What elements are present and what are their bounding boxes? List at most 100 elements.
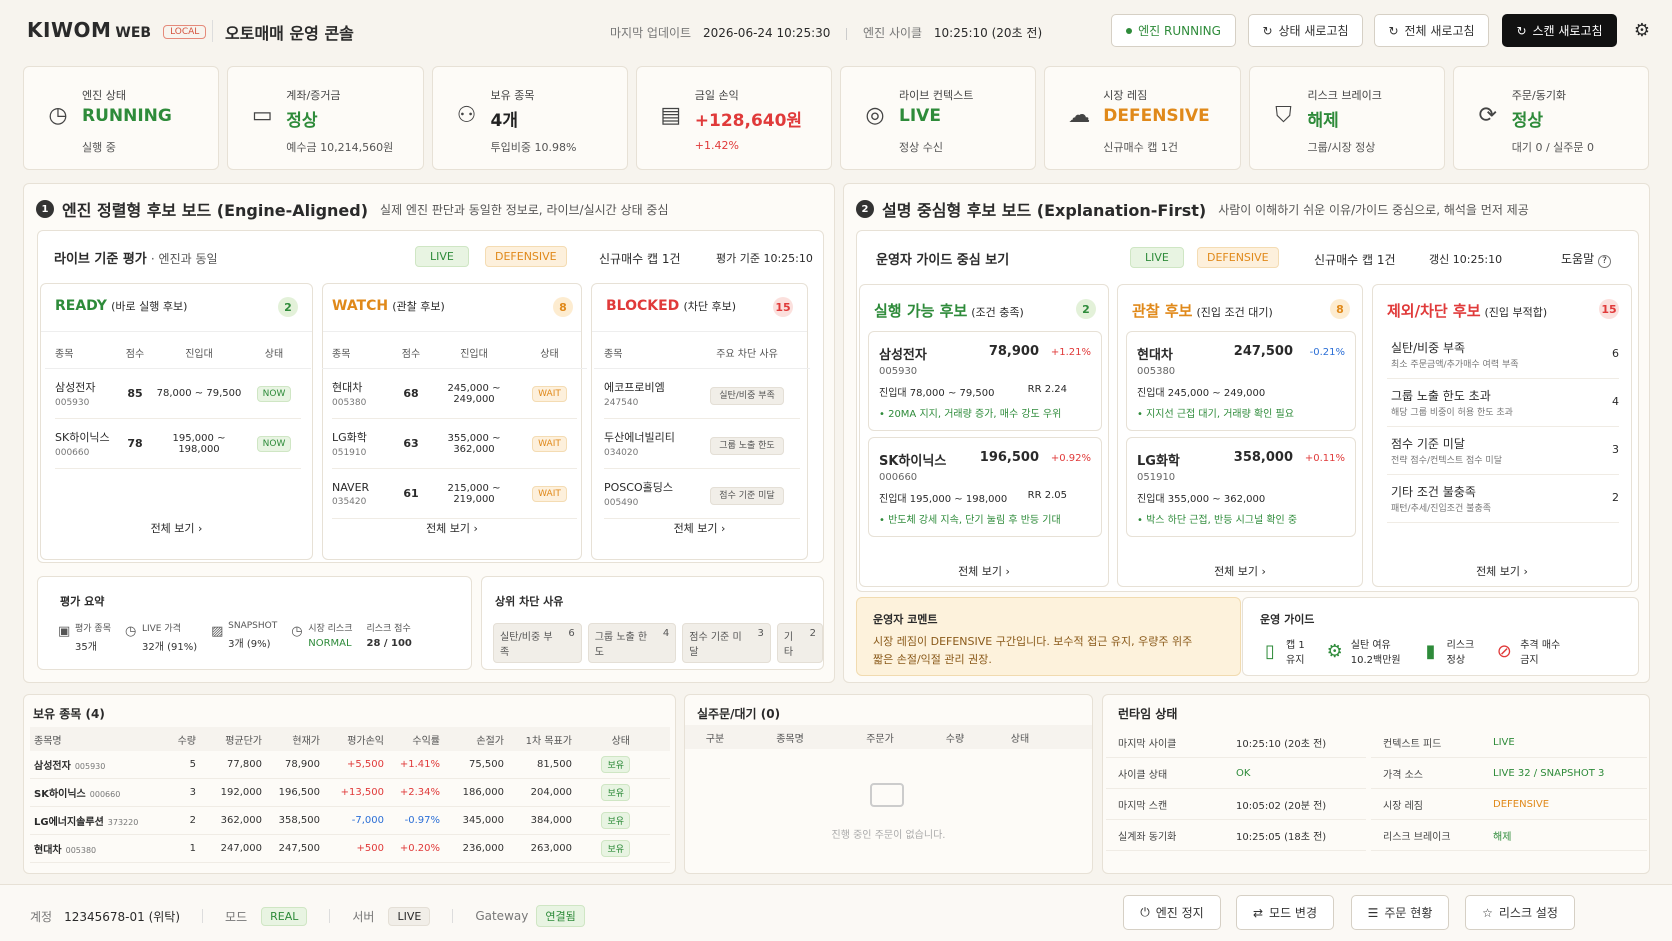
guide-label: 추격 매수 — [1520, 640, 1561, 651]
candidate-card[interactable]: LG화학 358,000 +0.11% 051910 진입대 355,000 ~ 362… — [1126, 437, 1356, 537]
entry-range: 355,000 ~ 362,000 — [447, 432, 501, 455]
stock-code: 005490 — [604, 498, 639, 508]
candidate-row[interactable]: NAVER 035420 61 215,000 ~ 219,000 WAIT — [332, 469, 577, 519]
mode-change-button[interactable]: ⇄ 모드 변경 — [1236, 895, 1334, 930]
ready-count: 2 — [278, 297, 298, 317]
column-header: 주문가 — [866, 733, 894, 745]
candidate-card[interactable]: 삼성전자 78,900 +1.21% 005930 진입대 78,000 ~ 79,50… — [868, 331, 1102, 431]
candidate-row[interactable]: 에코프로비엠 247540 실탄/비중 부족 — [604, 369, 800, 419]
block-category-row[interactable]: 그룹 노출 한도 초과 해당 그룹 비중이 허용 한도 초과 4 — [1387, 383, 1619, 427]
table-row[interactable]: LG에너지솔루션 373220 2 362,000 358,500 -7,000 -0.97… — [30, 807, 670, 835]
block-reason-tag[interactable]: 그룹 노출 한도 4 — [587, 623, 677, 663]
ready-more-link[interactable]: 전체 보기 › — [41, 520, 312, 536]
state-badge: WAIT — [532, 386, 567, 402]
stat-label: 시장 레짐 — [1103, 89, 1148, 102]
column-header: 수량 — [177, 735, 196, 747]
cell-pl: -7,000 — [351, 815, 384, 826]
table-row[interactable]: 현대차 005380 1 247,000 247,500 +500 +0.20% 236,00… — [30, 835, 670, 863]
sub-title: 운영자 가이드 중심 보기 — [876, 253, 1010, 268]
summary-value: 35개 — [75, 642, 97, 653]
settings-gear-icon[interactable]: ⚙ — [1630, 18, 1654, 42]
cell-qty: 2 — [189, 815, 196, 826]
candidate-note: • 지지선 근접 대기, 거래량 확인 필요 — [1137, 409, 1294, 420]
panel-count: 2 — [1076, 299, 1096, 319]
engine-status-badge: 엔진 RUNNING — [1111, 14, 1236, 47]
price-change: +1.21% — [1050, 347, 1091, 358]
candidate-row[interactable]: SK하이닉스 000660 78 195,000 ~ 198,000 NOW — [55, 419, 301, 469]
stat-value: 4개 — [490, 111, 518, 131]
engine-stop-button[interactable]: ⏻ 엔진 정지 — [1123, 895, 1221, 930]
column-header: 평균단가 — [225, 735, 262, 747]
entry-range: 215,000 ~ 219,000 — [447, 482, 501, 505]
stat-card: ☁ 시장 레짐 DEFENSIVE 신규매수 캡 1건 — [1044, 66, 1241, 170]
stock-price: 78,900 — [988, 344, 1039, 359]
guide-value: 정상 — [1446, 655, 1466, 666]
stat-sub: 대기 0 / 실주문 0 — [1511, 141, 1595, 154]
column-header: 평가손익 — [347, 735, 384, 747]
column-header: 종목 — [55, 348, 74, 360]
status-badge: 보유 — [601, 756, 630, 773]
runtime-row: 컨텍스트 피드 LIVE — [1371, 727, 1647, 758]
table-row[interactable]: 삼성전자 005930 5 77,800 78,900 +5,500 +1.41% 75,50… — [30, 751, 670, 779]
guide-label: 실탄 여유 — [1350, 640, 1391, 651]
summary-label: 시장 리스크 — [308, 624, 353, 634]
watch-more-link[interactable]: 전체 보기 › — [323, 520, 581, 536]
stat-sub: 정상 수신 — [899, 141, 943, 154]
chart-icon: ▤ — [660, 103, 682, 128]
block-reason-tag[interactable]: 기타 2 — [776, 623, 824, 663]
stock-name: SK하이닉스 — [879, 454, 947, 469]
stock-name: 현대차 — [1137, 348, 1173, 363]
block-category-row[interactable]: 기타 조건 불충족 패턴/추세/진입조건 불충족 2 — [1387, 479, 1619, 523]
account-label: 계정 — [30, 909, 53, 924]
block-category-row[interactable]: 실탄/비중 부족 최소 주문금액/추가매수 여력 부족 6 — [1387, 335, 1619, 379]
cell-stop: 345,000 — [462, 815, 504, 826]
clock-icon: ◷ — [48, 103, 68, 128]
watch-table: 종목 점수 진입대 상태 현대차 005380 68 245,000 ~ 249,000 WAI… — [322, 340, 587, 519]
summary-value: 3개 (9%) — [228, 639, 271, 650]
stat-sub: 그룹/시장 정상 — [1307, 141, 1376, 154]
block-reason-tag[interactable]: 실탄/비중 부족 6 — [493, 623, 582, 663]
blocked-more-link[interactable]: 전체 보기 › — [592, 520, 807, 536]
candidate-card[interactable]: 현대차 247,500 -0.21% 005380 진입대 245,000 ~ 249,… — [1126, 331, 1356, 431]
block-category-row[interactable]: 점수 기준 미달 전략 점수/컨텍스트 점수 미달 3 — [1387, 431, 1619, 475]
candidate-card[interactable]: SK하이닉스 196,500 +0.92% 000660 진입대 195,000 ~ 1… — [868, 437, 1102, 537]
risk-settings-button[interactable]: ☆ 리스크 설정 — [1465, 895, 1575, 930]
candidate-row[interactable]: 삼성전자 005930 85 78,000 ~ 79,500 NOW — [55, 369, 301, 419]
stock-code: 005930 — [55, 398, 90, 408]
sub-title-2: · 엔진과 동일 — [150, 252, 218, 266]
status-refresh-button[interactable]: ↻ 상태 새로고침 — [1248, 14, 1363, 47]
stats-row: ◷ 엔진 상태 RUNNING 실행 중 ▭ 계좌/증거금 정상 예수금 10,214,560… — [23, 66, 1649, 170]
candidate-row[interactable]: 두산에너빌리티 034020 그룹 노출 한도 — [604, 419, 800, 469]
all-refresh-button[interactable]: ↻ 전체 새로고침 — [1374, 14, 1489, 47]
score: 78 — [127, 437, 143, 450]
stat-value: RUNNING — [82, 106, 172, 126]
status-badge: 보유 — [601, 840, 630, 857]
candidate-row[interactable]: POSCO홀딩스 005490 점수 기준 미달 — [604, 469, 800, 519]
block-reason-tag[interactable]: 점수 기준 미달 3 — [682, 623, 771, 663]
order-status-button[interactable]: ☰ 주문 현황 — [1351, 895, 1449, 930]
table-row[interactable]: SK하이닉스 000660 3 192,000 196,500 +13,500 +2.34%… — [30, 779, 670, 807]
column-header: 1차 목표가 — [525, 735, 572, 747]
mode-badge: REAL — [261, 906, 308, 926]
candidate-row[interactable]: LG화학 051910 63 355,000 ~ 362,000 WAIT — [332, 419, 577, 469]
panel-more-link[interactable]: 전체 보기 › — [1373, 563, 1631, 579]
ready-panel: READY (바로 실행 후보) 2 종목 점수 진입대 상태 삼성전자 005930 85… — [40, 283, 313, 560]
runtime-key: 시장 레짐 — [1383, 800, 1423, 812]
column-header: 점수 — [125, 348, 145, 360]
panel-more-link[interactable]: 전체 보기 › — [860, 563, 1108, 579]
stat-value: 정상 — [1511, 111, 1544, 131]
status-badge: 보유 — [601, 784, 630, 801]
candidate-row[interactable]: 현대차 005380 68 245,000 ~ 249,000 WAIT — [332, 369, 577, 419]
watch-panel: WATCH (관찰 후보) 8 종목 점수 진입대 상태 현대차 005380 68 245,… — [322, 283, 587, 560]
panel-more-link[interactable]: 전체 보기 › — [1118, 563, 1362, 579]
column-header: 현재가 — [292, 735, 320, 747]
entry-range: 진입대 195,000 ~ 198,000 — [879, 494, 1008, 505]
cloud-icon: ☁ — [1068, 103, 1091, 128]
stock-name: 삼성전자 — [55, 381, 96, 394]
help-link[interactable]: 도움말 ? — [1561, 250, 1611, 268]
gateway-badge: 연결됨 — [536, 905, 585, 927]
scan-refresh-button[interactable]: ↻ 스캔 새로고침 — [1502, 14, 1617, 47]
runtime-value: 10:25:05 (18초 전) — [1236, 831, 1327, 843]
sync-icon: ⟳ — [1478, 103, 1497, 128]
stat-card: ⛉ 리스크 브레이크 해제 그룹/시장 정상 — [1248, 66, 1445, 170]
